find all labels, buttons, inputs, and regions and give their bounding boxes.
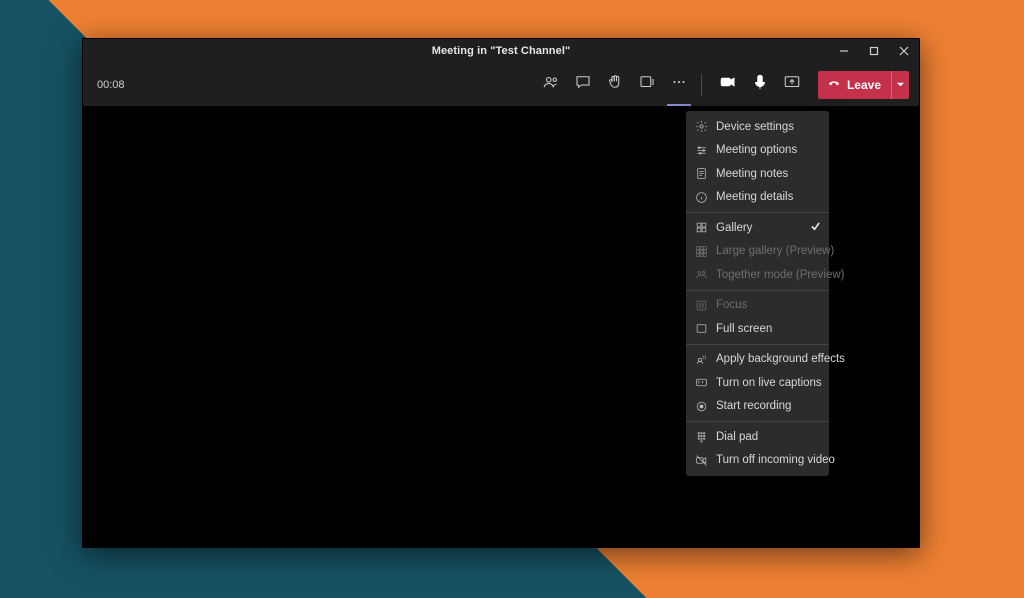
share-screen-icon <box>783 73 801 96</box>
sliders-icon <box>695 144 708 157</box>
menu-label: Meeting details <box>716 191 793 203</box>
menu-separator <box>686 344 829 345</box>
menu-incoming-video-off[interactable]: Turn off incoming video <box>686 449 829 473</box>
leave-dropdown[interactable] <box>891 71 909 99</box>
people-icon <box>542 73 560 96</box>
menu-separator <box>686 290 829 291</box>
focus-icon <box>695 299 708 312</box>
menu-label: Together mode (Preview) <box>716 269 844 281</box>
menu-meeting-options[interactable]: Meeting options <box>686 139 829 163</box>
menu-label: Start recording <box>716 400 791 412</box>
leave-button[interactable]: Leave <box>818 71 909 99</box>
gallery-icon <box>695 221 708 234</box>
chat-button[interactable] <box>568 70 598 100</box>
camera-icon <box>719 73 737 96</box>
mic-button[interactable] <box>745 70 775 100</box>
reactions-button[interactable] <box>600 70 630 100</box>
mic-icon <box>751 73 769 96</box>
share-button[interactable] <box>777 70 807 100</box>
meeting-window: Meeting in "Test Channel" 00:08 <box>82 38 920 548</box>
leave-label: Leave <box>847 78 881 92</box>
menu-start-recording[interactable]: Start recording <box>686 395 829 419</box>
menu-label: Apply background effects <box>716 353 845 365</box>
menu-gallery[interactable]: Gallery <box>686 216 829 240</box>
hangup-icon <box>827 76 841 93</box>
more-actions-button[interactable] <box>664 70 694 100</box>
fullscreen-icon <box>695 322 708 335</box>
menu-meeting-details[interactable]: Meeting details <box>686 186 829 210</box>
meeting-toolbar: 00:08 <box>83 63 919 107</box>
chevron-down-icon <box>896 78 905 92</box>
leave-main[interactable]: Leave <box>818 71 891 99</box>
menu-label: Large gallery (Preview) <box>716 245 834 257</box>
menu-large-gallery: Large gallery (Preview) <box>686 240 829 264</box>
menu-label: Turn off incoming video <box>716 454 835 466</box>
menu-background-effects[interactable]: Apply background effects <box>686 348 829 372</box>
toolbar-media-actions <box>712 70 808 100</box>
hand-icon <box>606 73 624 96</box>
menu-device-settings[interactable]: Device settings <box>686 115 829 139</box>
together-icon <box>695 268 708 281</box>
more-actions-menu: Device settings Meeting options Meeting … <box>686 111 829 476</box>
menu-label: Dial pad <box>716 431 758 443</box>
menu-label: Device settings <box>716 121 794 133</box>
background-effects-icon <box>695 353 708 366</box>
menu-focus: Focus <box>686 294 829 318</box>
menu-label: Focus <box>716 299 747 311</box>
menu-label: Full screen <box>716 323 772 335</box>
dialpad-icon <box>695 430 708 443</box>
info-icon <box>695 191 708 204</box>
menu-dial-pad[interactable]: Dial pad <box>686 425 829 449</box>
toolbar-secondary-actions <box>535 70 695 100</box>
window-title: Meeting in "Test Channel" <box>83 45 919 57</box>
captions-icon <box>695 376 708 389</box>
menu-label: Turn on live captions <box>716 377 822 389</box>
record-icon <box>695 400 708 413</box>
menu-live-captions[interactable]: Turn on live captions <box>686 371 829 395</box>
titlebar: Meeting in "Test Channel" <box>83 39 919 63</box>
menu-separator <box>686 421 829 422</box>
check-icon <box>810 221 821 235</box>
menu-label: Meeting options <box>716 144 797 156</box>
notes-icon <box>695 167 708 180</box>
meeting-timer: 00:08 <box>97 79 125 91</box>
large-gallery-icon <box>695 245 708 258</box>
menu-together-mode: Together mode (Preview) <box>686 263 829 287</box>
rooms-button[interactable] <box>632 70 662 100</box>
toolbar-divider <box>701 74 702 96</box>
more-icon <box>670 73 688 96</box>
menu-separator <box>686 212 829 213</box>
camera-button[interactable] <box>713 70 743 100</box>
participants-button[interactable] <box>536 70 566 100</box>
menu-full-screen[interactable]: Full screen <box>686 317 829 341</box>
menu-meeting-notes[interactable]: Meeting notes <box>686 162 829 186</box>
video-stage: Device settings Meeting options Meeting … <box>83 107 919 547</box>
rooms-icon <box>638 73 656 96</box>
gear-icon <box>695 120 708 133</box>
chat-icon <box>574 73 592 96</box>
menu-label: Gallery <box>716 222 752 234</box>
menu-label: Meeting notes <box>716 168 788 180</box>
video-off-icon <box>695 454 708 467</box>
